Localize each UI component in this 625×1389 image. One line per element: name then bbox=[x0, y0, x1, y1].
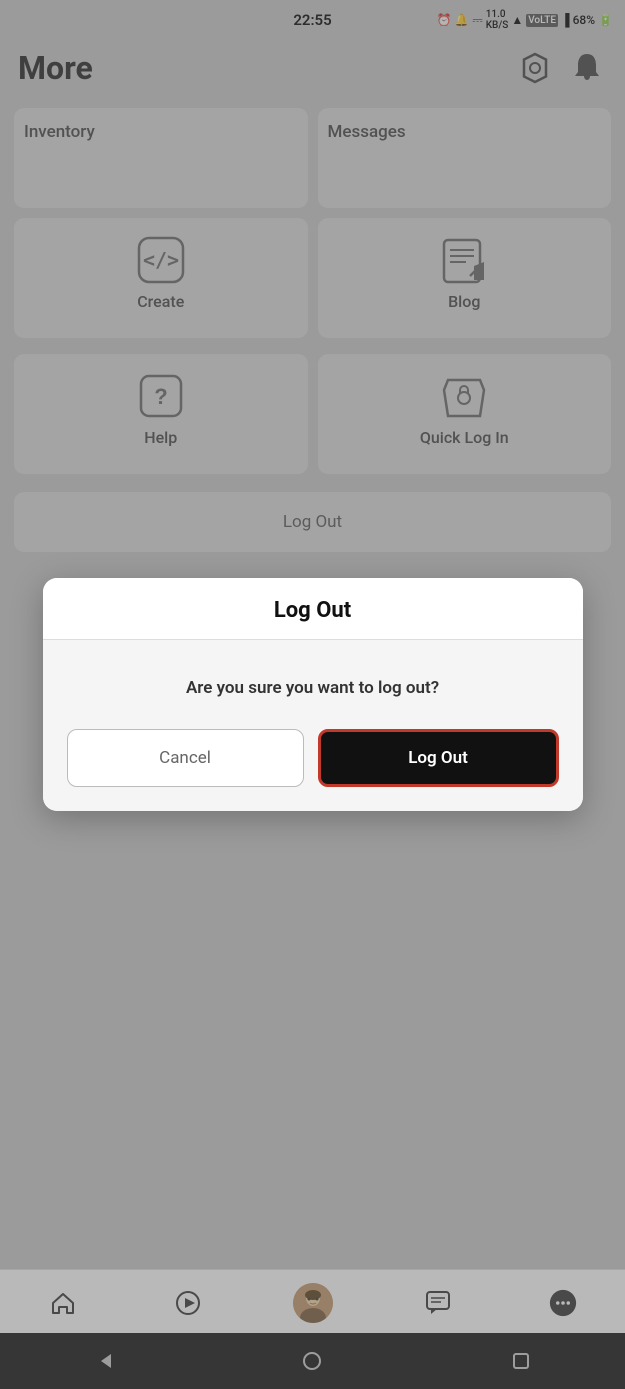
modal-body: Are you sure you want to log out? bbox=[43, 640, 583, 730]
modal-title: Log Out bbox=[274, 598, 351, 623]
logout-modal: Log Out Are you sure you want to log out… bbox=[43, 578, 583, 812]
modal-buttons: Cancel Log Out bbox=[43, 729, 583, 811]
modal-header: Log Out bbox=[43, 578, 583, 640]
modal-overlay: Log Out Are you sure you want to log out… bbox=[0, 0, 625, 1389]
logout-confirm-button[interactable]: Log Out bbox=[318, 729, 559, 787]
cancel-button[interactable]: Cancel bbox=[67, 729, 304, 787]
modal-message: Are you sure you want to log out? bbox=[75, 676, 551, 702]
